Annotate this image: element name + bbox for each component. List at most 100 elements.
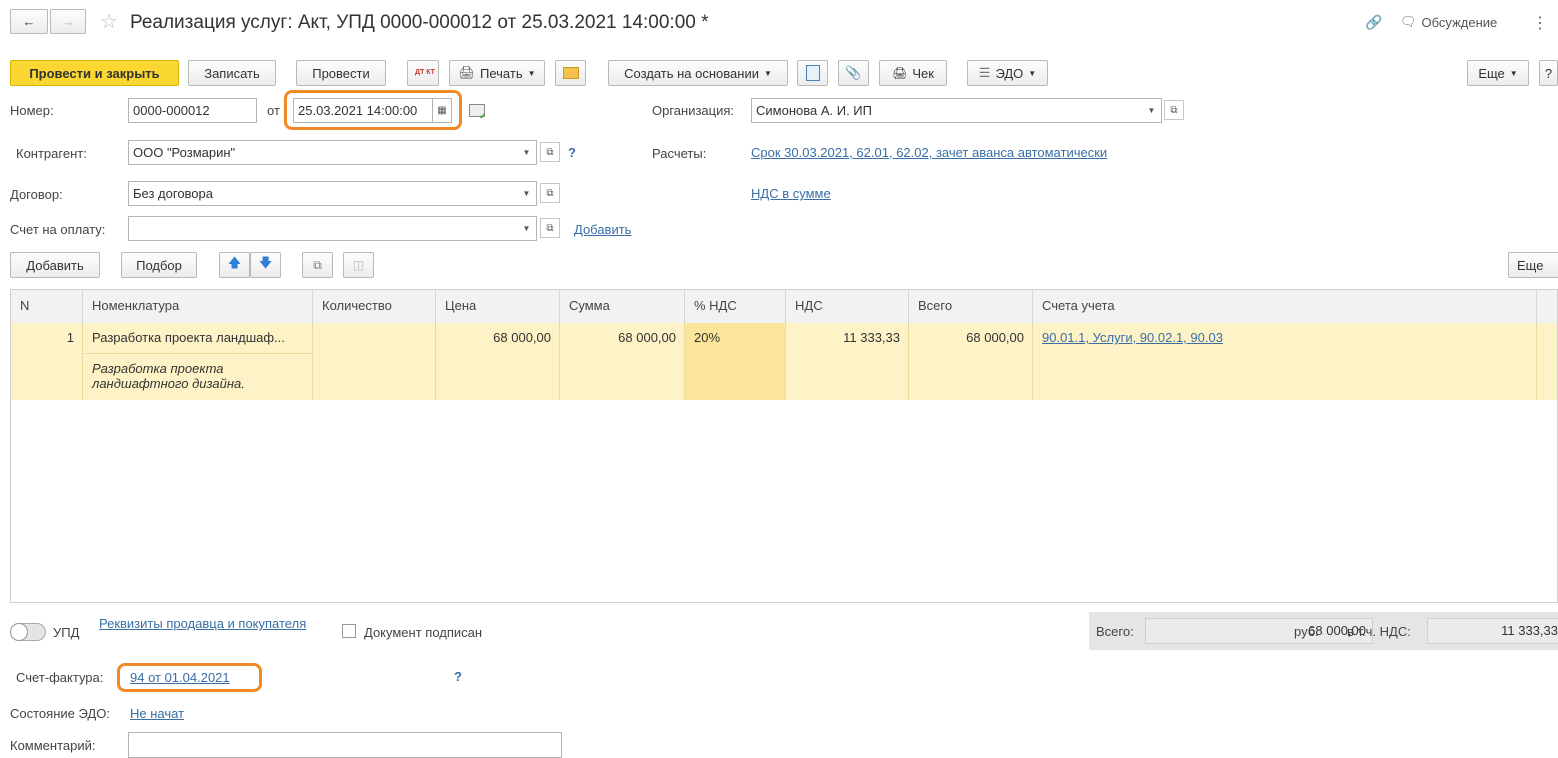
table-header: N Номенклатура Количество Цена Сумма % Н… [11,290,1557,324]
counterparty-open-icon[interactable]: ⧉ [540,142,560,162]
totals-panel: Всего: 68 000,00 руб. в т.ч. НДС: 11 333… [1089,612,1558,650]
contract-dropdown-icon[interactable]: ▼ [517,181,537,206]
cell-nomenclature[interactable]: Разработка проекта ландшаф... Разработка… [83,323,313,400]
contract-open-icon[interactable]: ⧉ [540,183,560,203]
print-button[interactable]: 🖨 Печать ▼ [449,60,545,86]
invoice-payment-field[interactable] [128,216,518,241]
chevron-down-icon: ▼ [527,68,536,78]
chat-icon: 🗨 [1400,14,1417,29]
invoice-payment-label: Счет на оплату: [10,222,106,237]
dt-kt-button[interactable]: ДТ КТ [407,60,439,86]
col-n[interactable]: N [11,290,83,323]
goods-table[interactable]: N Номенклатура Количество Цена Сумма % Н… [10,289,1558,603]
settlements-link[interactable]: Срок 30.03.2021, 62.01, 62.02, зачет ава… [751,145,1107,160]
cell-quantity[interactable] [313,323,436,400]
date-highlight [284,90,462,130]
edit-log-check-icon: ✔ [479,111,487,121]
edo-state-label: Состояние ЭДО: [10,706,110,721]
move-up-button[interactable]: 🡅 [219,252,250,278]
col-vat-rate[interactable]: % НДС [685,290,786,323]
check-button[interactable]: 🖨 Чек [879,60,947,86]
cell-vat[interactable]: 11 333,33 [786,323,909,400]
signed-checkbox[interactable] [342,624,356,638]
vat-incl-label: в т.ч. НДС: [1347,624,1411,639]
comment-field[interactable] [128,732,562,758]
contract-label: Договор: [10,187,63,202]
favorite-star-icon[interactable]: ☆ [100,9,118,34]
paste-icon: ◫ [352,258,365,272]
col-vat[interactable]: НДС [786,290,909,323]
arrow-down-icon: 🡇 [258,255,273,270]
edo-icon: ☰ [978,65,991,80]
chevron-down-icon: ▼ [1509,68,1518,78]
save-button[interactable]: Записать [188,60,276,86]
requisites-link[interactable]: Реквизиты продавца и покупателя [99,616,306,631]
structure-button[interactable] [797,60,828,86]
back-button[interactable]: ← [10,9,48,34]
help-button[interactable]: ? [1539,60,1558,86]
edo-state-link[interactable]: Не начат [130,706,184,721]
paste-button[interactable]: ◫ [343,252,374,278]
structure-icon [805,65,820,81]
organization-dropdown-icon[interactable]: ▼ [1142,98,1162,123]
toggle-knob [10,623,28,641]
page-title: Реализация услуг: Акт, УПД 0000-000012 о… [130,12,709,33]
invoice-payment-open-icon[interactable]: ⧉ [540,218,560,238]
organization-field[interactable]: Симонова А. И. ИП [751,98,1143,123]
table-row[interactable]: 1 Разработка проекта ландшаф... Разработ… [11,323,1557,400]
counterparty-field[interactable]: ООО "Розмарин" [128,140,518,165]
invoice-label: Счет-фактура: [16,670,104,685]
post-and-close-button[interactable]: Провести и закрыть [10,60,179,86]
link-icon[interactable]: 🔗 [1365,14,1382,31]
col-nomenclature[interactable]: Номенклатура [83,290,313,323]
more-menu-icon[interactable]: ⋮ [1532,13,1548,33]
col-total[interactable]: Всего [909,290,1033,323]
upd-toggle[interactable] [10,623,46,641]
chevron-down-icon: ▼ [763,68,772,78]
col-price[interactable]: Цена [436,290,560,323]
vat-in-sum-link[interactable]: НДС в сумме [751,186,831,201]
cell-price[interactable]: 68 000,00 [436,323,560,400]
invoice-help-icon[interactable]: ? [454,669,462,684]
table-more-button[interactable]: Еще [1508,252,1558,278]
col-accounts[interactable]: Счета учета [1033,290,1537,323]
discussion-button[interactable]: 🗨 Обсуждение [1400,14,1497,30]
col-sum[interactable]: Сумма [560,290,685,323]
attach-button[interactable]: 📎 [838,60,869,86]
edo-button[interactable]: ☰ ЭДО ▼ [967,60,1048,86]
contract-field[interactable]: Без договора [128,181,518,206]
printer-icon: 🖨 [458,65,475,80]
item-name: Разработка проекта ландшаф... [92,330,285,345]
cell-n[interactable]: 1 [11,323,83,400]
number-field[interactable]: 0000-000012 [128,98,257,123]
cell-accounts[interactable]: 90.01.1, Услуги, 90.02.1, 90.03 [1033,323,1537,400]
cell-vat-rate[interactable]: 20% [685,323,786,400]
cash-register-icon: 🖨 [892,66,908,80]
item-description: Разработка проекта ландшафтного дизайна. [83,353,313,400]
create-based-on-button[interactable]: Создать на основании ▼ [608,60,788,86]
cell-total[interactable]: 68 000,00 [909,323,1033,400]
post-button[interactable]: Провести [296,60,386,86]
add-row-button[interactable]: Добавить [10,252,100,278]
selection-button[interactable]: Подбор [121,252,197,278]
invoice-payment-dropdown-icon[interactable]: ▼ [517,216,537,241]
more-button[interactable]: Еще ▼ [1467,60,1529,86]
number-label: Номер: [10,103,54,118]
mail-button[interactable] [555,60,586,86]
organization-label: Организация: [652,103,735,118]
forward-button[interactable]: → [50,9,86,34]
accounts-link[interactable]: 90.01.1, Услуги, 90.02.1, 90.03 [1042,330,1223,345]
col-quantity[interactable]: Количество [313,290,436,323]
counterparty-help-icon[interactable]: ? [568,145,576,160]
cell-sum[interactable]: 68 000,00 [560,323,685,400]
move-down-button[interactable]: 🡇 [250,252,281,278]
settlements-label: Расчеты: [652,146,707,161]
copy-icon: ⧉ [313,257,322,272]
paperclip-icon: 📎 [845,65,862,80]
copy-button[interactable]: ⧉ [302,252,333,278]
total-value: 68 000,00 [1145,618,1373,644]
counterparty-dropdown-icon[interactable]: ▼ [517,140,537,165]
organization-open-icon[interactable]: ⧉ [1164,100,1184,120]
add-invoice-link[interactable]: Добавить [574,222,631,237]
arrow-up-icon: 🡅 [227,255,242,270]
